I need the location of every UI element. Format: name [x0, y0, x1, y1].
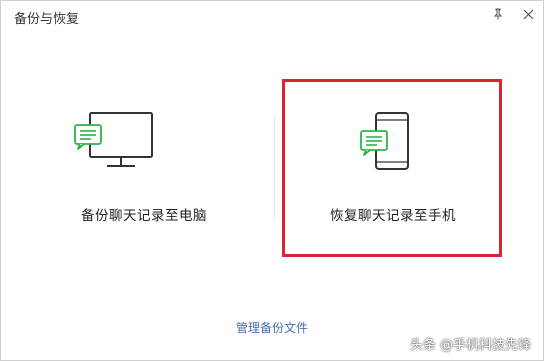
restore-to-phone-label: 恢复聊天记录至手机 [330, 208, 456, 224]
backup-restore-window: 备份与恢复 备份聊天记录至电脑 恢复聊天记录至手机 管理备份文件 头条 @手机科… [0, 0, 544, 361]
pin-icon [493, 8, 503, 20]
titlebar: 备份与恢复 [1, 1, 543, 31]
close-icon [523, 9, 533, 19]
phone-chat-icon [360, 112, 409, 170]
pin-button[interactable] [489, 5, 507, 23]
monitor-chat-icon [74, 112, 153, 167]
backup-to-pc-label: 备份聊天记录至电脑 [81, 208, 207, 224]
window-title: 备份与恢复 [14, 12, 80, 27]
option-divider [274, 115, 275, 219]
backup-to-pc-option[interactable]: 备份聊天记录至电脑 [35, 81, 253, 257]
close-button[interactable] [519, 5, 537, 23]
restore-to-phone-option[interactable]: 恢复聊天记录至手机 [284, 81, 502, 257]
watermark: 头条 @手机科技先锋 [409, 338, 531, 353]
